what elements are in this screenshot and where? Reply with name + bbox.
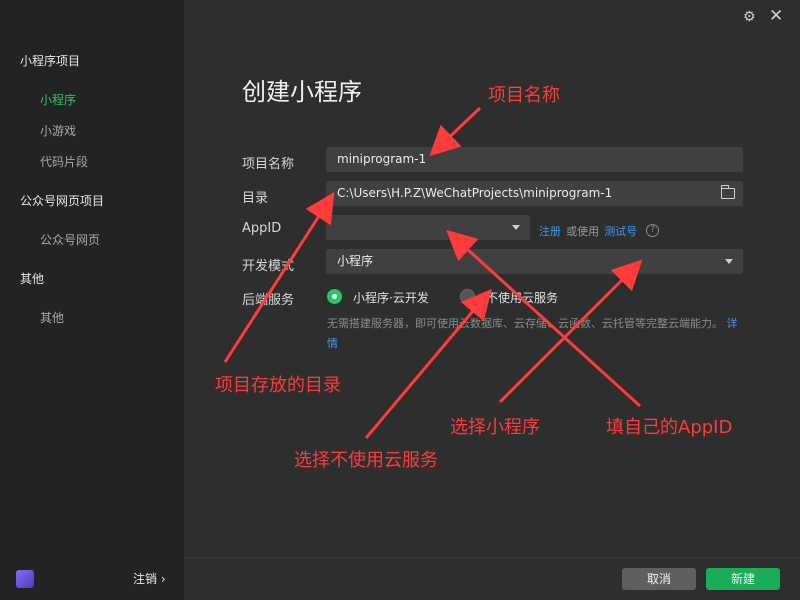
directory-label: 目录 [242,191,269,206]
sidebar: 小程序项目 小程序 小游戏 代码片段 公众号网页项目 公众号网页 其他 其他 注… [0,0,184,600]
annotation-no-cloud: 选择不使用云服务 [294,450,438,471]
annotation-directory: 项目存放的目录 [215,375,341,396]
register-link[interactable]: 注册 [539,225,561,238]
chevron-down-icon[interactable] [725,259,733,264]
help-icon[interactable]: ? [646,224,660,237]
sidebar-item-code-snippet[interactable]: 代码片段 [40,153,88,170]
directory-value: C:\Users\H.P.Z\WeChatProjects\miniprogra… [337,186,613,200]
create-button[interactable]: 新建 [706,568,780,590]
backend-description: 无需搭建服务器，即可使用云数据库、云存储、云函数、云托管等完整云端能力。 详情 [327,314,747,354]
page-title: 创建小程序 [242,78,362,106]
folder-icon[interactable] [721,185,735,199]
annotation-choose-miniprogram: 选择小程序 [450,417,540,438]
footer-divider [184,557,800,558]
project-name-label: 项目名称 [242,157,295,172]
sidebar-group-official-account: 公众号网页项目 [20,194,105,208]
test-account-link[interactable]: 测试号 [604,225,637,238]
avatar[interactable] [16,570,34,588]
sidebar-item-other[interactable]: 其他 [40,309,64,326]
backend-description-text: 无需搭建服务器，即可使用云数据库、云存储、云函数、云托管等完整云端能力。 [327,317,723,330]
directory-input[interactable]: C:\Users\H.P.Z\WeChatProjects\miniprogra… [326,181,743,206]
dev-mode-value: 小程序 [337,254,374,268]
appid-label: AppID [242,221,282,236]
sidebar-item-official-web[interactable]: 公众号网页 [40,231,100,248]
dev-mode-label: 开发模式 [242,259,295,274]
sidebar-item-miniprogram[interactable]: 小程序 [40,91,76,108]
sidebar-group-other: 其他 [20,272,45,286]
chevron-down-icon[interactable] [512,225,520,230]
close-icon[interactable]: ✕ [769,6,783,26]
or-use-text: 或使用 [566,225,600,238]
gear-icon[interactable]: ⚙ [743,9,756,25]
appid-links: 注册 或使用 测试号 ? [539,220,660,239]
annotation-fill-appid: 填自己的AppID [606,417,733,438]
cancel-button[interactable]: 取消 [622,568,696,590]
project-name-input[interactable]: miniprogram-1 [326,147,743,172]
radio-no-cloud-label[interactable]: 不使用云服务 [486,289,558,306]
radio-no-cloud[interactable] [460,289,475,304]
dev-mode-select[interactable]: 小程序 [326,249,743,274]
logout-link[interactable]: 注销 › [133,570,166,587]
appid-input[interactable] [326,215,530,240]
radio-cloud-dev[interactable] [327,289,342,304]
annotation-project-name: 项目名称 [488,85,560,106]
radio-cloud-dev-label[interactable]: 小程序·云开发 [353,289,429,306]
backend-label: 后端服务 [242,293,295,308]
sidebar-item-minigame[interactable]: 小游戏 [40,122,76,139]
sidebar-group-miniprogram: 小程序项目 [20,54,81,68]
